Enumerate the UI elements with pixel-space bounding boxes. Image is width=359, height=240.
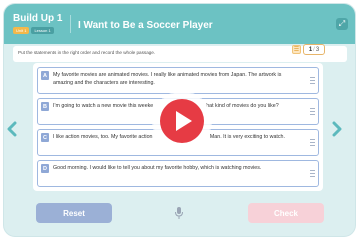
check-button[interactable]: Check bbox=[248, 203, 324, 223]
chevron-left-icon[interactable] bbox=[5, 121, 19, 137]
drag-handle-icon[interactable] bbox=[310, 108, 315, 115]
statement-item-a[interactable]: A My favorite movies are animated movies… bbox=[37, 67, 319, 94]
page-indicator: 1/3 bbox=[303, 44, 325, 55]
tag-group: Unit 1 Lesson 1 bbox=[13, 27, 62, 34]
lesson-title: I Want to Be a Soccer Player bbox=[78, 20, 213, 31]
statement-letter: C bbox=[41, 133, 49, 142]
statement-text: Good morning. I would like to tell you a… bbox=[53, 165, 262, 171]
play-icon bbox=[160, 99, 204, 143]
statement-letter: D bbox=[41, 164, 49, 173]
course-title: Build Up 1 bbox=[13, 13, 63, 24]
lesson-tag: Lesson 1 bbox=[31, 27, 54, 34]
hint-icon[interactable]: ☰ bbox=[292, 45, 301, 54]
fullscreen-icon[interactable]: ⤢ bbox=[336, 18, 348, 30]
header-divider bbox=[70, 15, 71, 33]
reset-button[interactable]: Reset bbox=[36, 203, 112, 223]
drag-handle-icon[interactable] bbox=[310, 77, 315, 84]
header-bar: Build Up 1 Unit 1 Lesson 1 I Want to Be … bbox=[4, 4, 355, 44]
video-play-button[interactable] bbox=[153, 92, 211, 150]
drag-handle-icon[interactable] bbox=[310, 170, 315, 177]
title-block: Build Up 1 Unit 1 Lesson 1 bbox=[13, 13, 62, 34]
statement-text: My favorite movies are animated movies. … bbox=[53, 72, 282, 86]
microphone-icon[interactable] bbox=[172, 205, 186, 221]
statement-letter: B bbox=[41, 102, 49, 111]
page-current: 1 bbox=[308, 46, 313, 53]
statement-item-d[interactable]: D Good morning. I would like to tell you… bbox=[37, 160, 319, 187]
instruction-text: Put the statements in the right order an… bbox=[18, 50, 156, 55]
page-total: 3 bbox=[315, 46, 320, 53]
chevron-right-icon[interactable] bbox=[330, 121, 344, 137]
drag-handle-icon[interactable] bbox=[310, 139, 315, 146]
unit-tag: Unit 1 bbox=[13, 27, 30, 34]
statement-letter: A bbox=[41, 71, 49, 80]
